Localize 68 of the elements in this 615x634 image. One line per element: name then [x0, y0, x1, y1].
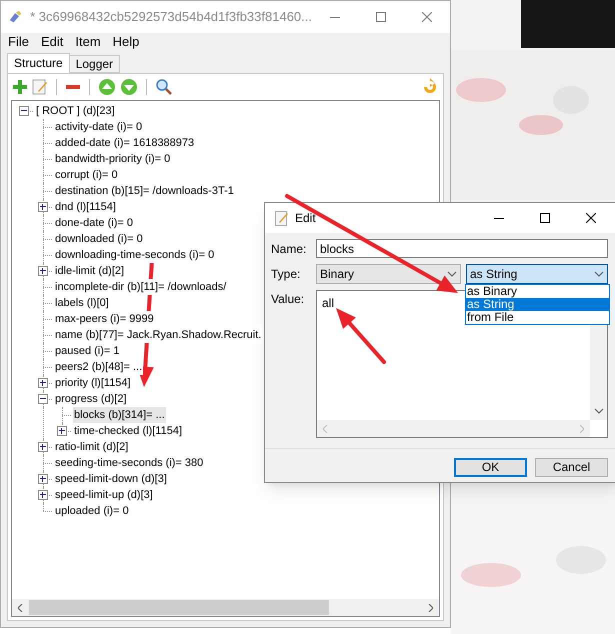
tree-item[interactable]: done-date (i)= 0	[54, 215, 134, 231]
tree-item[interactable]: speed-limit-up (d)[3]	[54, 487, 154, 503]
annotation-arrow	[336, 308, 386, 364]
scroll-down-icon	[594, 408, 604, 414]
scroll-right-icon[interactable]	[428, 604, 433, 612]
tree-item[interactable]: activity-date (i)= 0	[54, 119, 144, 135]
tab[interactable]: Structure	[7, 53, 70, 73]
type-dropdown[interactable]: Binary	[316, 264, 461, 284]
tree-item[interactable]: labels (l)[0]	[54, 295, 110, 311]
menu-item[interactable]: File	[4, 32, 33, 52]
tree-item[interactable]: idle-limit (d)[2]	[54, 263, 126, 279]
collapse-button[interactable]	[19, 106, 29, 116]
menu-item[interactable]: Item	[71, 32, 105, 52]
add-icon[interactable]	[12, 79, 28, 95]
expand-button[interactable]	[38, 474, 48, 484]
expand-button[interactable]	[38, 442, 48, 452]
app-icon	[9, 9, 22, 25]
menu-item[interactable]: Edit	[36, 32, 68, 52]
chevron-down-icon	[594, 271, 604, 277]
expand-button[interactable]	[57, 426, 67, 436]
tree-item[interactable]: peers2 (b)[48]= ...	[54, 359, 144, 375]
scroll-right-icon	[579, 424, 584, 432]
tree-item[interactable]: incomplete-dir (b)[11]= /downloads/	[54, 279, 228, 295]
dialog-button[interactable]: Cancel	[535, 458, 608, 477]
field-label: Value:	[271, 291, 306, 308]
tree-item[interactable]: blocks (b)[314]= ...	[73, 407, 166, 423]
window-title: * 3c69968432cb5292573d54b4d1f3fb33f81460...	[30, 8, 312, 26]
tree-item[interactable]: progress (d)[2]	[54, 391, 128, 407]
tab[interactable]: Logger	[68, 55, 120, 73]
close-icon	[586, 213, 596, 223]
expand-button[interactable]	[38, 266, 48, 276]
name-field[interactable]: blocks	[316, 239, 608, 258]
tree-item[interactable]: paused (i)= 1	[54, 343, 121, 359]
menu-item[interactable]: Help	[108, 32, 144, 52]
tree-item[interactable]: priority (l)[1154]	[54, 375, 132, 391]
tree-item[interactable]: bandwidth-priority (i)= 0	[54, 151, 172, 167]
search-icon[interactable]	[155, 78, 173, 96]
collapse-button[interactable]	[38, 394, 48, 404]
expand-button[interactable]	[38, 490, 48, 500]
tree-item[interactable]: seeding-time-seconds (i)= 380	[54, 455, 204, 471]
horizontal-scrollbar[interactable]	[12, 599, 439, 616]
tree-item[interactable]: time-checked (l)[1154]	[73, 423, 184, 439]
close-icon	[422, 12, 432, 22]
tree-item[interactable]: downloading-time-seconds (i)= 0	[54, 247, 216, 263]
field-label: Type:	[271, 266, 302, 283]
tree-item[interactable]: dnd (l)[1154]	[54, 199, 117, 215]
pencil-icon	[275, 210, 289, 226]
tree-item[interactable]: corrupt (i)= 0	[54, 167, 119, 183]
scroll-left-icon[interactable]	[18, 604, 23, 612]
dialog-button[interactable]: OK	[454, 458, 527, 477]
tree-item[interactable]: speed-limit-down (d)[3]	[54, 471, 168, 487]
dropdown-option[interactable]: as String	[466, 298, 609, 311]
field-label: Name:	[271, 240, 308, 258]
tree-item[interactable]: destination (b)[15]= /downloads-3T-1	[54, 183, 235, 199]
expand-button[interactable]	[38, 202, 48, 212]
chevron-down-icon	[447, 271, 457, 277]
tree-item[interactable]: downloaded (i)= 0	[54, 231, 144, 247]
expand-button[interactable]	[38, 378, 48, 388]
tree-item[interactable]: uploaded (i)= 0	[54, 503, 130, 519]
dialog-title: Edit	[295, 210, 316, 227]
tree-item[interactable]: name (b)[77]= Jack.Ryan.Shadow.Recruit.	[54, 327, 262, 343]
scroll-left-icon	[323, 424, 328, 432]
tree-item[interactable]: ratio-limit (d)[2]	[54, 439, 130, 455]
tree-item[interactable]: [ ROOT ] (d)[23]	[35, 103, 116, 119]
dropdown-option[interactable]: from File	[466, 311, 609, 324]
tree-item[interactable]: added-date (i)= 1618388973	[54, 135, 196, 151]
format-dropdown[interactable]: as String	[466, 264, 608, 284]
tree-item[interactable]: max-peers (i)= 9999	[54, 311, 155, 327]
